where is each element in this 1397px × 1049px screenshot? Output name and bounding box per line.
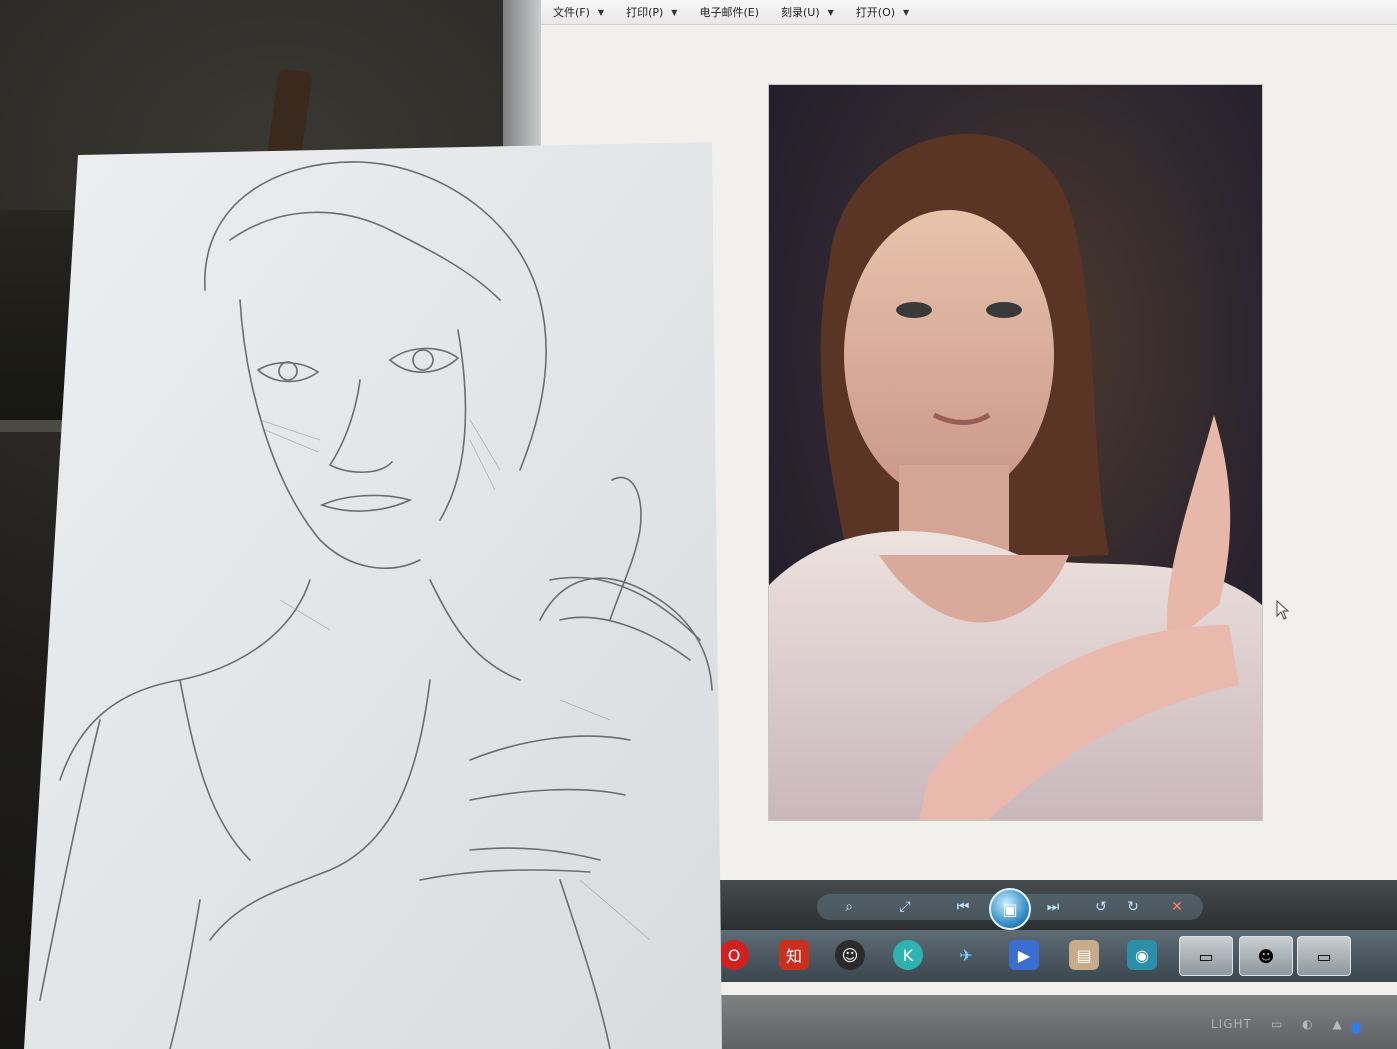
viewer-menubar: 文件(F) ▼ 打印(P) ▼ 电子邮件(E) 刻录(U) ▼ 打开(O) ▼ xyxy=(541,0,1397,25)
qq-icon[interactable]: ☺ xyxy=(835,940,865,970)
chevron-down-icon: ▼ xyxy=(671,7,678,17)
window-thumbnail-2[interactable]: ☻ xyxy=(1239,936,1293,976)
windows-taskbar: O 知 ☺ K ✈ ▶ ▤ ◉ ▭ ☻ ▭ xyxy=(541,930,1397,982)
menu-print[interactable]: 打印(P) ▼ xyxy=(614,4,687,20)
computer-monitor: 文件(F) ▼ 打印(P) ▼ 电子邮件(E) 刻录(U) ▼ 打开(O) ▼ xyxy=(503,0,1397,1049)
app-red-icon[interactable]: 知 xyxy=(779,940,809,970)
menu-open[interactable]: 打开(O) ▼ xyxy=(844,4,919,20)
monitor-screen: 文件(F) ▼ 打印(P) ▼ 电子邮件(E) 刻录(U) ▼ 打开(O) ▼ xyxy=(541,0,1397,995)
chevron-down-icon: ▼ xyxy=(903,7,910,17)
menu-burn[interactable]: 刻录(U) ▼ xyxy=(769,4,844,20)
zoom-icon[interactable]: ⌕ xyxy=(837,896,861,918)
bezel-light-label: LIGHT xyxy=(1211,1017,1252,1031)
menu-email[interactable]: 电子邮件(E) xyxy=(687,4,769,20)
portrait-photo xyxy=(769,85,1262,820)
menu-file-label: 文件(F) xyxy=(553,6,590,19)
menu-email-label: 电子邮件(E) xyxy=(699,6,759,19)
delete-icon[interactable]: ✕ xyxy=(1165,896,1189,918)
background-easel-post xyxy=(265,68,313,172)
bezel-button-icons[interactable]: ▭ ◐ ▲ xyxy=(1271,1017,1350,1031)
camera-app-icon[interactable]: ◉ xyxy=(1127,940,1157,970)
window-thumbnail-3[interactable]: ▭ xyxy=(1297,936,1351,976)
bird-app-icon[interactable]: ✈ xyxy=(951,940,981,970)
mouse-cursor-icon xyxy=(1276,600,1290,620)
menu-print-label: 打印(P) xyxy=(626,6,664,19)
image-viewer-canvas xyxy=(541,25,1397,880)
displayed-photo xyxy=(769,85,1262,820)
power-led-icon xyxy=(1353,1023,1359,1033)
notes-app-icon[interactable]: ▤ xyxy=(1069,940,1099,970)
monitor-bezel-left xyxy=(503,0,541,150)
previous-icon[interactable]: ⏮ xyxy=(951,896,975,918)
menu-file[interactable]: 文件(F) ▼ xyxy=(541,4,614,20)
monitor-bezel-bottom: LIGHT ▭ ◐ ▲ xyxy=(541,995,1397,1049)
background-window xyxy=(0,210,80,430)
chevron-down-icon: ▼ xyxy=(597,7,605,17)
next-icon[interactable]: ⏭ xyxy=(1041,896,1065,918)
rotate-left-icon[interactable]: ↺ xyxy=(1089,896,1113,918)
background-shelf xyxy=(0,420,90,432)
media-app-icon[interactable]: ▶ xyxy=(1009,940,1039,970)
rotate-right-icon[interactable]: ↻ xyxy=(1121,896,1145,918)
window-thumbnail-1[interactable]: ▭ xyxy=(1179,936,1233,976)
slideshow-icon[interactable]: ▣ xyxy=(989,888,1031,930)
opera-icon[interactable]: O xyxy=(719,940,749,970)
chevron-down-icon: ▼ xyxy=(827,7,834,17)
fit-window-icon[interactable]: ⤢ xyxy=(893,896,917,918)
viewer-toolbar: ⌕ ⤢ ⏮ ▣ ⏭ ↺ ↻ ✕ xyxy=(541,880,1397,930)
menu-burn-label: 刻录(U) xyxy=(781,6,820,19)
menu-open-label: 打开(O) xyxy=(855,6,896,19)
k-app-icon[interactable]: K xyxy=(893,940,923,970)
